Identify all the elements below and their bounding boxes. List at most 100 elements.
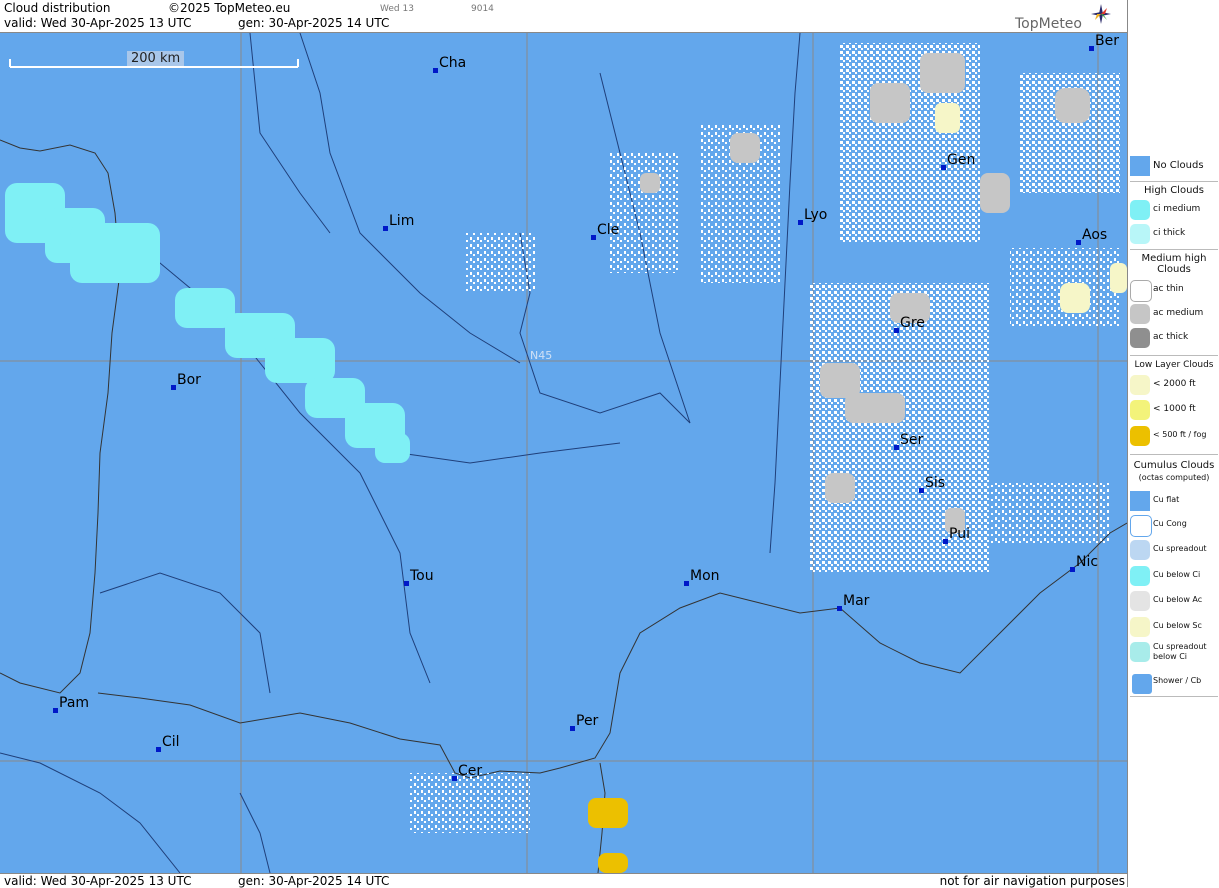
city-dot <box>156 747 161 752</box>
legend-cu-cong: Cu Cong <box>1130 514 1218 537</box>
legend-divider <box>1130 355 1218 356</box>
legend-ac-thin: ac thin <box>1130 279 1218 302</box>
city-label: Tou <box>410 568 434 584</box>
city-label: Lim <box>389 213 415 229</box>
legend-label: ac thick <box>1153 332 1189 342</box>
city-label: Mar <box>843 593 870 609</box>
scale-label: 200 km <box>127 51 185 66</box>
legend-label: < 1000 ft <box>1153 404 1196 414</box>
legend-label: < 500 ft / fog <box>1153 430 1207 439</box>
city-label: Ber <box>1095 33 1119 49</box>
cirrus-band <box>5 183 410 463</box>
gen-time: gen: 30-Apr-2025 14 UTC <box>238 16 390 30</box>
ci-thick-swatch <box>1130 224 1150 244</box>
city-label: Sis <box>925 475 946 491</box>
ci-medium-swatch <box>1130 200 1150 220</box>
city-dot <box>919 488 924 493</box>
legend-cu-below-ac: Cu below Ac <box>1130 590 1218 612</box>
legend-label: ac medium <box>1153 308 1204 318</box>
city-label: Cer <box>458 763 483 779</box>
city-dot <box>591 235 596 240</box>
legend-label: < 2000 ft <box>1153 379 1196 389</box>
city-dot <box>894 445 899 450</box>
day-code: Wed 13 <box>380 4 414 14</box>
city-dot <box>941 165 946 170</box>
legend-cu-spreadout: Cu spreadout <box>1130 539 1218 561</box>
compass-icon <box>1091 4 1111 24</box>
city-dot <box>1089 46 1094 51</box>
map-title: Cloud distribution <box>4 1 111 15</box>
legend-label: Shower / Cb <box>1153 676 1202 685</box>
city-dot <box>404 581 409 586</box>
copyright: ©2025 TopMeteo.eu <box>168 1 291 15</box>
footer-gen-time: gen: 30-Apr-2025 14 UTC <box>238 874 390 888</box>
city-dot <box>894 328 899 333</box>
run-code: 9014 <box>471 4 494 14</box>
legend-no-clouds: No Clouds <box>1130 155 1218 177</box>
legend-cu-below-sc: Cu below Sc <box>1130 616 1218 638</box>
city-label: Ser <box>900 432 924 448</box>
legend-label: Cu below Ac <box>1153 595 1203 604</box>
legend-divider <box>1130 181 1218 182</box>
cu-flat-swatch <box>1130 491 1150 511</box>
city-dot <box>1076 240 1081 245</box>
ac-thick-swatch <box>1130 328 1150 348</box>
ac-medium-swatch <box>1130 304 1150 324</box>
shower-cb-swatch <box>1130 672 1154 696</box>
city-label: Mon <box>690 568 720 584</box>
city-label: Per <box>576 713 599 729</box>
footer-valid-time: valid: Wed 30-Apr-2025 13 UTC <box>4 874 192 888</box>
city-dot <box>53 708 58 713</box>
legend-cu-spreadout-below-ci: Cu spreadout below Ci <box>1130 641 1218 669</box>
footer: valid: Wed 30-Apr-2025 13 UTC gen: 30-Ap… <box>0 873 1127 888</box>
legend-cu-flat: Cu flat <box>1130 490 1218 512</box>
city-dot <box>570 726 575 731</box>
city-label: Cha <box>439 55 467 71</box>
city-label: Bor <box>177 372 201 388</box>
valid-time: valid: Wed 30-Apr-2025 13 UTC <box>4 16 192 30</box>
city-dot <box>383 226 388 231</box>
topmeteo-logo: TopMeteo <box>1015 2 1115 32</box>
legend-label: Cu flat <box>1153 495 1180 504</box>
city-label: Lyo <box>804 207 828 223</box>
legend-low-2000: < 2000 ft <box>1130 374 1218 396</box>
cloud-map[interactable]: 200 km N45 Cha Lim Cle Lyo Gen Ber Aos G… <box>0 33 1127 873</box>
legend-ac-medium: ac medium <box>1130 303 1218 325</box>
legend-label: Cu below Sc <box>1153 621 1202 630</box>
low-1000-swatch <box>1130 400 1150 420</box>
legend-divider <box>1130 696 1218 697</box>
legend-ci-medium: ci medium <box>1130 199 1218 221</box>
legend-ci-thick: ci thick <box>1130 223 1218 245</box>
legend-heading-medium: Medium high Clouds <box>1141 253 1207 275</box>
city-dot <box>798 220 803 225</box>
legend-panel: No Clouds High Clouds ci medium ci thick… <box>1127 0 1219 887</box>
legend-divider <box>1130 249 1218 250</box>
legend-shower-cb: Shower / Cb <box>1130 671 1218 696</box>
cu-cong-swatch <box>1130 515 1152 537</box>
legend-heading-low: Low Layer Clouds <box>1134 360 1214 370</box>
city-label: Cle <box>597 222 620 238</box>
city-dot <box>1070 567 1075 572</box>
cu-below-ac-swatch <box>1130 591 1150 611</box>
legend-heading-cumulus: Cumulus Clouds <box>1133 460 1215 471</box>
legend-label: ci thick <box>1153 228 1186 238</box>
legend-label: Cu below Ci <box>1153 570 1201 579</box>
low-2000-swatch <box>1130 375 1150 395</box>
header: Cloud distribution ©2025 TopMeteo.eu Wed… <box>0 0 1127 33</box>
legend-label: No Clouds <box>1153 160 1204 171</box>
city-label: Pam <box>59 695 90 711</box>
page: Cloud distribution ©2025 TopMeteo.eu Wed… <box>0 0 1219 888</box>
legend-divider <box>1130 454 1218 455</box>
disclaimer: not for air navigation purposes <box>939 874 1125 888</box>
parallel-label: N45 <box>530 349 553 362</box>
city-label: Gre <box>900 315 925 331</box>
city-dot <box>943 539 948 544</box>
fog-patches <box>588 798 628 873</box>
legend-heading-high: High Clouds <box>1144 185 1204 196</box>
legend-label: ac thin <box>1153 284 1184 294</box>
cu-spreadout-swatch <box>1130 540 1150 560</box>
legend-octas-note: (octas computed) <box>1138 473 1210 482</box>
legend-label: Cu spreadout below Ci <box>1153 642 1207 661</box>
city-label: Gen <box>947 152 976 168</box>
city-dot <box>452 776 457 781</box>
